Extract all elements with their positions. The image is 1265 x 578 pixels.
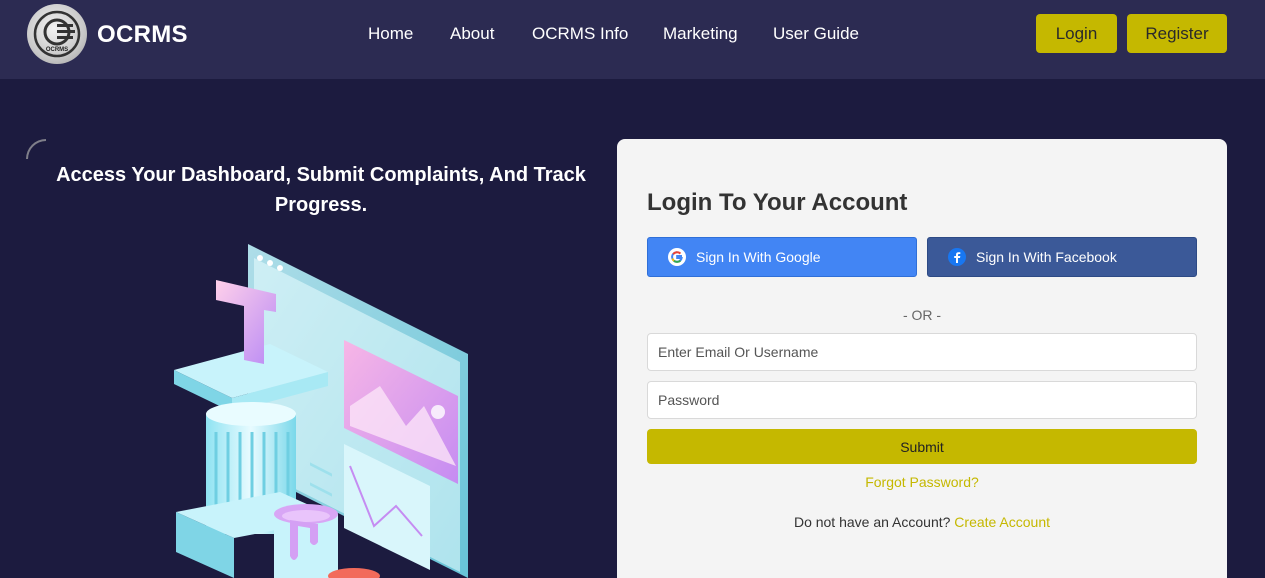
logo[interactable]: OCRMS <box>27 4 87 64</box>
dashboard-illustration <box>174 244 468 578</box>
google-signin-button[interactable]: Sign In With Google <box>647 237 917 277</box>
submit-button[interactable]: Submit <box>647 429 1197 464</box>
nav-about[interactable]: About <box>450 24 494 44</box>
nav-ocrms-info[interactable]: OCRMS Info <box>532 24 628 44</box>
forgot-password-link[interactable]: Forgot Password? <box>617 474 1227 490</box>
brand-name[interactable]: OCRMS <box>97 21 188 49</box>
hero-headline: Access Your Dashboard, Submit Complaints… <box>56 164 586 216</box>
google-signin-label: Sign In With Google <box>696 249 821 265</box>
or-divider: - OR - <box>902 307 942 323</box>
nav-user-guide[interactable]: User Guide <box>773 24 859 44</box>
email-field[interactable] <box>647 333 1197 371</box>
nav-marketing[interactable]: Marketing <box>663 24 738 44</box>
facebook-icon <box>948 248 966 266</box>
top-navbar: OCRMS OCRMS Home About OCRMS Info Market… <box>0 0 1265 79</box>
facebook-signin-label: Sign In With Facebook <box>976 249 1117 265</box>
facebook-signin-button[interactable]: Sign In With Facebook <box>927 237 1197 277</box>
login-title: Login To Your Account <box>647 189 908 216</box>
signup-prompt: Do not have an Account? Create Account <box>617 514 1227 530</box>
login-card: Login To Your Account Sign In With Googl… <box>617 139 1227 578</box>
password-field[interactable] <box>647 381 1197 419</box>
create-account-link[interactable]: Create Account <box>954 514 1050 530</box>
nav-home[interactable]: Home <box>368 24 413 44</box>
register-button[interactable]: Register <box>1127 14 1227 53</box>
google-icon <box>668 248 686 266</box>
decorative-corner <box>26 139 46 159</box>
no-account-text: Do not have an Account? <box>793 514 951 530</box>
svg-text:OCRMS: OCRMS <box>46 47 68 53</box>
login-button[interactable]: Login <box>1036 14 1117 53</box>
logo-emblem-icon: OCRMS <box>33 10 81 58</box>
